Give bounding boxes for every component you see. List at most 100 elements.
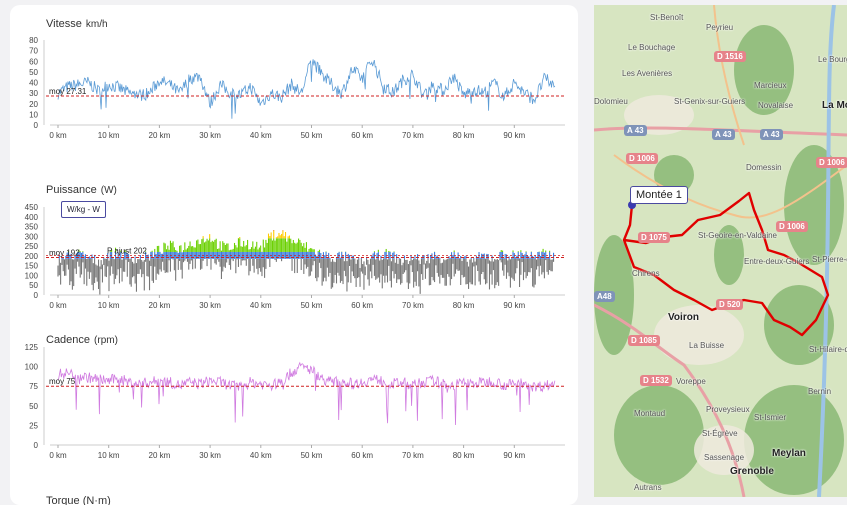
map-place-label: St-Pierre-d'Entremont bbox=[812, 255, 847, 264]
x-tick-label: 60 km bbox=[351, 301, 373, 310]
map-place-label: Le Bourget-du-Lac bbox=[818, 55, 847, 64]
map-place-label: Bernin bbox=[808, 387, 832, 396]
x-tick-label: 10 km bbox=[98, 131, 120, 140]
map-place-label: St-Genix-sur-Guiers bbox=[674, 97, 746, 106]
y-tick-label: 400 bbox=[25, 213, 39, 222]
map-place-label: Peyrieu bbox=[706, 23, 734, 32]
average-label: moy 27.31 bbox=[49, 87, 87, 96]
x-tick-label: 40 km bbox=[250, 131, 272, 140]
x-tick-label: 50 km bbox=[301, 301, 323, 310]
y-tick-label: 0 bbox=[34, 291, 39, 300]
map-place-label: Voiron bbox=[668, 312, 699, 323]
x-tick-label: 70 km bbox=[402, 451, 424, 460]
y-tick-label: 10 bbox=[29, 110, 38, 119]
chart-unit: (rpm) bbox=[94, 335, 118, 346]
map-place-label: La Buisse bbox=[689, 341, 725, 350]
chart-title: Cadence (rpm) bbox=[46, 334, 118, 346]
chart-title: Puissance (W) bbox=[46, 184, 117, 196]
chart-title-text: Vitesse bbox=[46, 18, 82, 30]
map-place-label: Autrans bbox=[634, 483, 662, 492]
charts-panel: Vitesse km/h 0 10 20 30 40 50 60 70 80 0 km 10 km 20 … bbox=[10, 5, 578, 505]
series-line bbox=[57, 59, 556, 119]
x-tick-label: 80 km bbox=[453, 451, 475, 460]
charts-svg: Vitesse km/h 0 1020 3040 50 6070 80 0 km 10 km 20 … bbox=[25, 18, 565, 505]
map-place-label: Voreppe bbox=[676, 377, 706, 386]
x-tick-label: 0 km bbox=[49, 451, 67, 460]
y-tick-label: 300 bbox=[25, 232, 39, 241]
route-map[interactable]: St-Benoît Peyrieu Le Bouchage Les Avenières… bbox=[594, 5, 847, 497]
y-tick-label: 40 bbox=[29, 79, 38, 88]
y-tick-label: 80 bbox=[29, 36, 38, 45]
road-shield: A 43 bbox=[760, 129, 783, 140]
x-tick-label: 80 km bbox=[453, 131, 475, 140]
y-tick-label: 30 bbox=[29, 89, 38, 98]
y-tick-label: 50 bbox=[29, 68, 38, 77]
y-tick-label: 100 bbox=[25, 271, 39, 280]
road-shield: D 1006 bbox=[776, 221, 808, 232]
x-tick-label: 20 km bbox=[149, 131, 171, 140]
chart-title-text: Puissance bbox=[46, 184, 97, 196]
x-tick-label: 0 km bbox=[49, 131, 67, 140]
chart-2: Cadence (rpm) 0 25 50 75 100 125 0 km 10 km 20 km 3… bbox=[25, 334, 565, 460]
y-tick-label: 125 bbox=[25, 343, 39, 352]
y-tick-label: 150 bbox=[25, 262, 39, 271]
x-tick-label: 0 km bbox=[49, 301, 67, 310]
forest-area bbox=[614, 385, 704, 485]
map-place-label: Dolomieu bbox=[594, 97, 628, 106]
x-tick-label: 70 km bbox=[402, 131, 424, 140]
map-place-label: St-Égrève bbox=[702, 429, 738, 438]
road-shield: D 1532 bbox=[640, 375, 672, 386]
road-shield: D 1006 bbox=[626, 153, 658, 164]
forest-area bbox=[744, 385, 844, 495]
map-place-label: Marcieux bbox=[754, 81, 787, 90]
x-tick-label: 70 km bbox=[402, 301, 424, 310]
y-tick-label: 100 bbox=[25, 363, 39, 372]
x-tick-label: 90 km bbox=[503, 301, 525, 310]
y-tick-label: 75 bbox=[29, 382, 38, 391]
wkg-toggle-button[interactable]: W/kg - W bbox=[61, 201, 106, 218]
y-tick-label: 25 bbox=[29, 421, 38, 430]
road-shield: A48 bbox=[594, 291, 615, 302]
road-shield: A 43 bbox=[624, 125, 647, 136]
map-place-label: La Motte-Servolex bbox=[822, 100, 847, 111]
map-place-label: St-Benoît bbox=[650, 13, 684, 22]
x-tick-label: 50 km bbox=[301, 451, 323, 460]
y-tick-label: 70 bbox=[29, 47, 38, 56]
map-place-label: Grenoble bbox=[730, 466, 774, 477]
map-place-label: St-Ismier bbox=[754, 413, 786, 422]
chart-unit: km/h bbox=[86, 19, 108, 30]
x-tick-label: 90 km bbox=[503, 131, 525, 140]
y-tick-label: 250 bbox=[25, 242, 39, 251]
map-place-label: Les Avenières bbox=[622, 69, 673, 78]
y-tick-label: 60 bbox=[29, 57, 38, 66]
road-shield: D 1075 bbox=[638, 232, 670, 243]
map-place-label: Entre-deux-Guiers bbox=[744, 257, 810, 266]
y-tick-label: 0 bbox=[34, 441, 39, 450]
x-tick-label: 10 km bbox=[98, 301, 120, 310]
map-place-label: Chirens bbox=[632, 269, 660, 278]
x-tick-label: 50 km bbox=[301, 131, 323, 140]
y-tick-label: 50 bbox=[29, 402, 38, 411]
x-tick-label: 30 km bbox=[199, 131, 221, 140]
climb-label[interactable]: Montée 1 bbox=[630, 186, 688, 204]
x-tick-label: 40 km bbox=[250, 451, 272, 460]
road-shield: D 1006 bbox=[816, 157, 847, 168]
map-place-label: Novalaise bbox=[758, 101, 794, 110]
map-place-label: Sassenage bbox=[704, 453, 745, 462]
map-place-label: Le Bouchage bbox=[628, 43, 676, 52]
x-tick-label: 40 km bbox=[250, 301, 272, 310]
road-shield: A 43 bbox=[712, 129, 735, 140]
x-tick-label: 30 km bbox=[199, 301, 221, 310]
map-background bbox=[594, 5, 847, 497]
chart-unit: (W) bbox=[101, 185, 117, 196]
y-tick-label: 350 bbox=[25, 223, 39, 232]
y-tick-label: 450 bbox=[25, 203, 39, 212]
x-tick-label: 60 km bbox=[351, 131, 373, 140]
x-tick-label: 60 km bbox=[351, 451, 373, 460]
x-tick-label: 10 km bbox=[98, 451, 120, 460]
y-tick-label: 50 bbox=[29, 281, 38, 290]
series-line bbox=[57, 361, 556, 426]
road-shield: D 1516 bbox=[714, 51, 746, 62]
x-tick-label: 80 km bbox=[453, 301, 475, 310]
adjusted-label: P ajust 202 bbox=[107, 246, 147, 255]
